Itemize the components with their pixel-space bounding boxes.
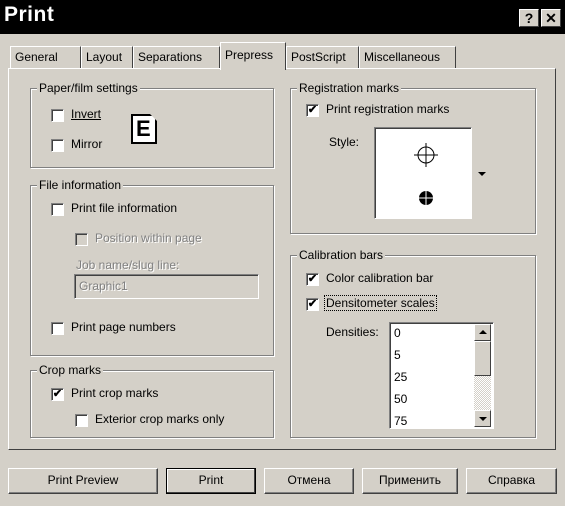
help-button[interactable]: ? — [519, 9, 539, 27]
position-within-page-checkbox[interactable] — [75, 233, 88, 246]
mirror-checkbox[interactable] — [51, 139, 64, 152]
print-button[interactable]: Print — [166, 468, 256, 494]
print-registration-checkbox[interactable]: ✔ — [306, 104, 319, 117]
calibration-legend: Calibration bars — [297, 248, 386, 262]
print-preview-button[interactable]: Print Preview — [8, 468, 158, 494]
page-fold-corner — [150, 114, 157, 121]
mirror-label[interactable]: Mirror — [71, 137, 102, 151]
print-crop-marks-label[interactable]: Print crop marks — [71, 386, 158, 400]
print-file-info-label[interactable]: Print file information — [71, 201, 177, 215]
density-scrollbar[interactable] — [474, 324, 491, 427]
scroll-down-arrow-icon — [479, 417, 487, 421]
tab-miscellaneous[interactable]: Miscellaneous — [359, 46, 456, 68]
apply-button[interactable]: Применить — [362, 468, 458, 494]
file-info-legend: File information — [37, 178, 124, 192]
print-crop-marks-checkbox[interactable]: ✔ — [51, 388, 64, 401]
densitometer-checkbox[interactable]: ✔ — [306, 298, 319, 311]
tab-postscript[interactable]: PostScript — [286, 46, 359, 68]
density-item[interactable]: 25 — [394, 370, 407, 384]
scroll-down-button[interactable] — [474, 410, 491, 427]
density-item[interactable]: 75 — [394, 414, 407, 428]
density-item[interactable]: 0 — [394, 326, 401, 340]
registration-mark-icon — [414, 143, 438, 205]
check-icon: ✔ — [307, 104, 318, 116]
check-icon: ✔ — [52, 388, 63, 400]
cancel-button[interactable]: Отмена — [264, 468, 354, 494]
scroll-thumb[interactable] — [474, 341, 491, 376]
invert-label-text: Invert — [71, 107, 102, 121]
scroll-up-arrow-icon — [479, 330, 487, 334]
style-dropdown-arrow-icon[interactable] — [478, 172, 486, 176]
tab-prepress[interactable]: Prepress — [220, 42, 286, 70]
print-page-numbers-label[interactable]: Print page numbers — [71, 320, 176, 334]
density-item[interactable]: 5 — [394, 348, 401, 362]
tab-general[interactable]: General — [10, 46, 81, 68]
paper-film-legend: Paper/film settings — [37, 81, 140, 95]
exterior-crop-marks-checkbox[interactable] — [75, 414, 88, 427]
color-calibration-checkbox[interactable]: ✔ — [306, 273, 319, 286]
print-file-info-checkbox[interactable] — [51, 203, 64, 216]
check-icon: ✔ — [307, 298, 318, 310]
window-title: Print — [4, 3, 55, 26]
color-calibration-label[interactable]: Color calibration bar — [326, 271, 433, 285]
invert-checkbox[interactable] — [51, 109, 64, 122]
densities-listbox[interactable]: 0 5 25 50 75 — [389, 322, 494, 429]
tab-separations[interactable]: Separations — [133, 46, 220, 68]
position-within-page-label[interactable]: Position within page — [95, 231, 202, 245]
job-name-input[interactable]: Graphic1 — [74, 274, 259, 299]
page-preview-icon: E — [131, 114, 157, 144]
invert-label[interactable]: Invert — [71, 107, 101, 121]
style-label: Style: — [329, 135, 360, 149]
title-bar: Print ? ✕ — [0, 0, 565, 34]
job-name-label: Job name/slug line: — [76, 258, 180, 272]
job-name-value: Graphic1 — [79, 279, 128, 293]
print-page-numbers-checkbox[interactable] — [51, 322, 64, 335]
registration-style-preview[interactable] — [374, 127, 472, 219]
help-dialog-button[interactable]: Справка — [466, 468, 557, 494]
tab-layout[interactable]: Layout — [81, 46, 133, 68]
preview-glyph: E — [136, 116, 151, 141]
density-item[interactable]: 50 — [394, 392, 407, 406]
crop-marks-legend: Crop marks — [37, 363, 104, 377]
densities-label: Densities: — [326, 325, 379, 339]
print-registration-label[interactable]: Print registration marks — [326, 102, 449, 116]
crop-marks-group: Crop marks — [30, 363, 274, 438]
registration-legend: Registration marks — [297, 81, 402, 95]
close-button[interactable]: ✕ — [541, 9, 561, 27]
check-icon: ✔ — [307, 273, 318, 285]
exterior-crop-marks-label[interactable]: Exterior crop marks only — [95, 412, 224, 426]
densitometer-label[interactable]: Densitometer scales — [324, 295, 437, 311]
scroll-up-button[interactable] — [474, 324, 491, 341]
